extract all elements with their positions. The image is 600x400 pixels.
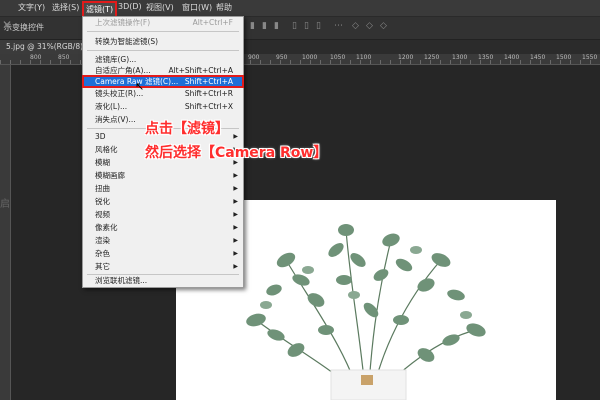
- menu-item-camera-raw-filter[interactable]: Camera Raw 滤镜(C)... Shift+Ctrl+A: [82, 75, 244, 88]
- menu-item-video[interactable]: 视频 ▶: [83, 209, 243, 220]
- ruler-label: 1450: [530, 54, 546, 61]
- document-tab[interactable]: 5.jpg @ 31%(RGB/8): [0, 40, 90, 54]
- menu-item-sharpen[interactable]: 锐化 ▶: [83, 196, 243, 207]
- align-center-icon[interactable]: ▮: [262, 21, 272, 31]
- submenu-arrow-icon: ▶: [233, 198, 238, 205]
- submenu-arrow-icon: ▶: [233, 185, 238, 192]
- menu-separator: [87, 31, 239, 32]
- submenu-arrow-icon: ▶: [233, 263, 238, 270]
- ruler-label: 1200: [398, 54, 414, 61]
- menu-item-filter-gallery[interactable]: 滤镜库(G)...: [83, 54, 243, 65]
- menu-window[interactable]: 窗口(W): [182, 2, 212, 13]
- menu-type[interactable]: 文字(Y): [18, 2, 45, 13]
- menu-item-convert-smart-filter[interactable]: 转换为智能滤镜(S): [83, 36, 243, 47]
- menu-item-adaptive-wide-angle[interactable]: 自适应广角(A)... Alt+Shift+Ctrl+A: [83, 65, 243, 76]
- ruler-label: 1500: [556, 54, 572, 61]
- menu-item-render[interactable]: 渲染 ▶: [83, 235, 243, 246]
- ruler-label: 1100: [356, 54, 372, 61]
- ruler-label: 1400: [504, 54, 520, 61]
- menu-item-pixelate[interactable]: 像素化 ▶: [83, 222, 243, 233]
- submenu-arrow-icon: ▶: [233, 172, 238, 179]
- menu-separator: [87, 50, 239, 51]
- submenu-arrow-icon: ▶: [233, 237, 238, 244]
- ruler-label: 1300: [452, 54, 468, 61]
- submenu-arrow-icon: ▶: [233, 133, 238, 140]
- ruler-label: 850: [58, 54, 70, 61]
- vertical-ruler: [0, 65, 11, 400]
- menu-item-last-filter: 上次滤镜操作(F) Alt+Ctrl+F: [95, 18, 233, 27]
- ruler-label: 1250: [424, 54, 440, 61]
- align-right-icon[interactable]: ▮: [274, 21, 284, 31]
- menu-item-browse-online-filters[interactable]: 浏览联机滤镜...: [83, 275, 243, 286]
- 3d-mode-icon[interactable]: ◇: [380, 21, 390, 31]
- menu-bar: 文字(Y) 选择(S) 滤镜(T) 3D(D) 视图(V) 窗口(W) 帮助: [0, 0, 600, 18]
- ruler-label: 1550: [582, 54, 598, 61]
- menu-select[interactable]: 选择(S): [52, 2, 79, 13]
- menu-help[interactable]: 帮助: [216, 2, 232, 13]
- submenu-arrow-icon: ▶: [233, 250, 238, 257]
- mouse-cursor-icon: ↖: [135, 80, 145, 93]
- ruler-label: 1000: [302, 54, 318, 61]
- submenu-arrow-icon: ▶: [233, 224, 238, 231]
- ruler-label: 1050: [330, 54, 346, 61]
- submenu-arrow-icon: ▶: [233, 211, 238, 218]
- annotation-line-1: 点击【滤镜】: [145, 121, 229, 137]
- menu-item-noise[interactable]: 杂色 ▶: [83, 248, 243, 259]
- distribute-icon[interactable]: ▯: [304, 21, 314, 31]
- ruler-label: 1350: [478, 54, 494, 61]
- menu-item-liquify[interactable]: 液化(L)... Shift+Ctrl+X: [83, 101, 243, 112]
- distribute-icon[interactable]: ▯: [292, 21, 302, 31]
- ruler-label: 800: [30, 54, 42, 61]
- align-left-icon[interactable]: ▮: [250, 21, 260, 31]
- 3d-mode-icon[interactable]: ◇: [366, 21, 376, 31]
- ruler-label: 900: [248, 54, 260, 61]
- more-icon[interactable]: ⋯: [334, 21, 344, 31]
- side-text: 启: [0, 199, 10, 210]
- menu-view[interactable]: 视图(V): [146, 2, 174, 13]
- menu-item-lens-correction[interactable]: 镜头校正(R)... Shift+Ctrl+R: [83, 88, 243, 99]
- menu-item-distort[interactable]: 扭曲 ▶: [83, 183, 243, 194]
- distribute-icon[interactable]: ▯: [316, 21, 326, 31]
- annotation-line-2: 然后选择【Camera Row】: [145, 145, 328, 161]
- close-icon[interactable]: ✕: [2, 18, 12, 32]
- menu-item-blur-gallery[interactable]: 模糊画廊 ▶: [83, 170, 243, 181]
- ruler-label: 950: [276, 54, 288, 61]
- 3d-mode-icon[interactable]: ◇: [352, 21, 362, 31]
- menu-3d[interactable]: 3D(D): [118, 2, 142, 11]
- menu-item-other[interactable]: 其它 ▶: [83, 261, 243, 272]
